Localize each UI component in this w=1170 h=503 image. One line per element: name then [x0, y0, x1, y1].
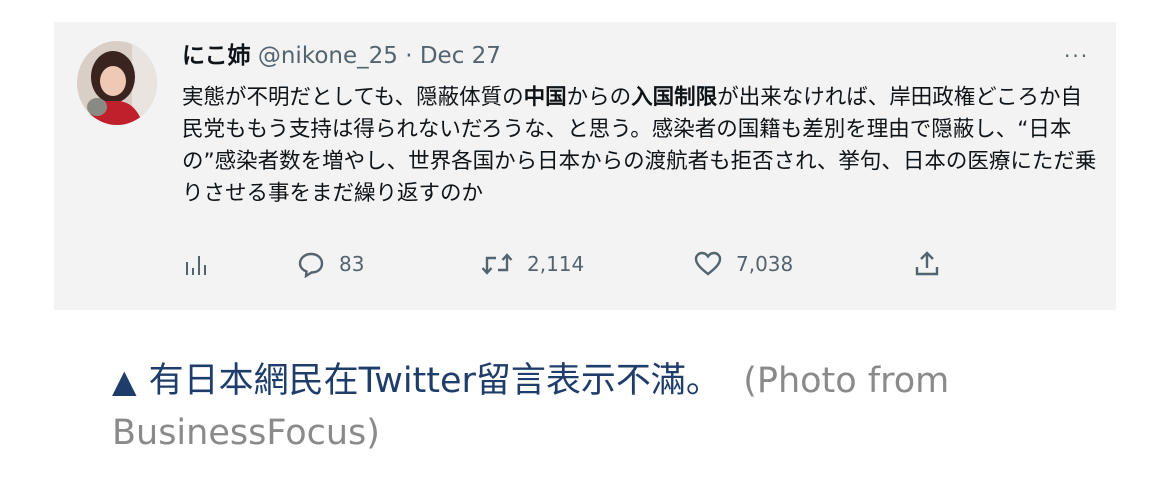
tweet-header: にこ姉 @nikone_25 · Dec 27 — [182, 40, 501, 72]
retweet-icon — [481, 253, 513, 275]
avatar-image — [77, 41, 157, 125]
tweet-text-segment: 実態が不明だとしても、隠蔽体質の — [182, 85, 524, 110]
retweet-count: 2,114 — [527, 252, 585, 276]
tweet-text-bold-segment: 入国制限 — [631, 85, 718, 110]
author-handle[interactable]: @nikone_25 — [258, 43, 398, 69]
reply-button[interactable]: 83 — [297, 248, 364, 280]
bar-chart-icon — [186, 256, 206, 275]
heart-icon — [694, 251, 722, 276]
like-button[interactable]: 7,038 — [694, 248, 793, 280]
tweet-text-bold-segment: 中国 — [523, 85, 567, 110]
separator: · — [405, 43, 413, 69]
share-button[interactable] — [914, 248, 940, 280]
avatar[interactable] — [77, 41, 157, 125]
author-name[interactable]: にこ姉 — [182, 43, 251, 69]
caption-text: 有日本網民在Twitter留言表示不滿。 — [148, 361, 721, 401]
tweet-card[interactable]: にこ姉 @nikone_25 · Dec 27 ··· 実態が不明だとしても、隠… — [54, 22, 1116, 310]
like-count: 7,038 — [736, 252, 794, 276]
tweet-date[interactable]: Dec 27 — [420, 43, 501, 69]
tweet-text-segment: からの — [566, 85, 632, 110]
image-caption: ▲ 有日本網民在Twitter留言表示不滿。 (Photo from Busine… — [112, 355, 1062, 459]
analytics-button[interactable] — [184, 248, 210, 280]
reply-count: 83 — [339, 252, 365, 276]
more-options-button[interactable]: ··· — [1064, 44, 1089, 68]
reply-icon — [298, 252, 324, 278]
retweet-button[interactable]: 2,114 — [481, 248, 584, 280]
caption-marker: ▲ — [112, 362, 137, 400]
tweet-text: 実態が不明だとしても、隠蔽体質の中国からの入国制限が出来なければ、岸田政権どころ… — [182, 82, 1097, 210]
share-icon — [915, 251, 939, 276]
